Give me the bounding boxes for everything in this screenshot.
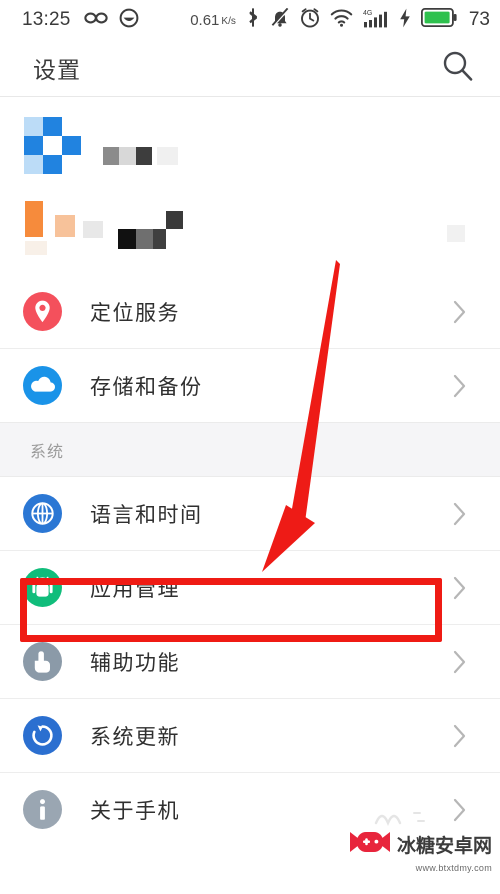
chevron-right-icon (450, 798, 470, 821)
wifi-icon (330, 9, 353, 32)
settings-row-system-update[interactable]: 系统更新 (0, 699, 500, 772)
watermark-url: www.btxtdmy.com (415, 863, 492, 873)
battery-percent: 73 (468, 9, 490, 30)
charging-bolt-icon (399, 8, 411, 33)
settings-row-label: 关于手机 (90, 799, 180, 823)
info-icon (22, 790, 62, 830)
cloud-icon (22, 366, 62, 406)
search-icon (442, 50, 473, 86)
infinity-icon (83, 10, 108, 31)
settings-row-label: 系统更新 (90, 725, 180, 749)
censored-icon-blocks (24, 117, 82, 180)
chevron-right-icon (450, 502, 470, 525)
network-speed-value: 0.61 (190, 11, 220, 29)
app-title-bar: 设置 (0, 40, 500, 96)
smiley-icon (119, 8, 139, 33)
watermark-main: 冰糖安卓网 (348, 827, 492, 862)
globe-icon (22, 494, 62, 534)
settings-row-label: 辅助功能 (90, 651, 180, 675)
hand-pointer-icon (22, 642, 62, 682)
svg-text:4G: 4G (363, 10, 372, 17)
settings-row-label: 存储和备份 (90, 375, 203, 399)
bluetooth-icon (246, 7, 260, 33)
censored-row[interactable] (0, 186, 500, 275)
chevron-right-icon (450, 650, 470, 673)
refresh-icon (22, 716, 62, 756)
settings-row-app-management[interactable]: 应用管理 (0, 551, 500, 624)
status-left-icons (83, 8, 139, 33)
alarm-icon (300, 7, 320, 33)
mute-icon (270, 7, 290, 33)
settings-row-storage[interactable]: 存储和备份 (0, 349, 500, 422)
search-button[interactable] (440, 51, 474, 85)
signal-4g-icon: 4G (363, 7, 389, 33)
watermark-candy-logo-icon (348, 827, 392, 862)
watermark-squiggle-icon (374, 812, 425, 827)
network-speed: 0.61 K/s (190, 12, 236, 29)
network-speed-unit: K/s (221, 15, 236, 27)
page-title: 设置 (33, 57, 81, 83)
settings-row-language[interactable]: 语言和时间 (0, 477, 500, 550)
settings-list[interactable]: 定位服务 存储和备份 系统 语言和时间 应用管理 辅助功能 系统更新 关于手机 (0, 97, 500, 846)
location-pin-icon (22, 292, 62, 332)
settings-row-location[interactable]: 定位服务 (0, 275, 500, 348)
censored-trailing-block (447, 225, 465, 247)
section-header-system: 系统 (0, 422, 500, 477)
watermark-site-name: 冰糖安卓网 (396, 836, 492, 857)
censored-label-blocks (118, 211, 193, 261)
censored-row[interactable] (0, 97, 500, 186)
settings-row-label: 定位服务 (90, 301, 180, 325)
censored-label-blocks (103, 147, 185, 170)
status-right-icons: 0.61 K/s 4G 73 (190, 7, 490, 33)
battery-icon (420, 7, 457, 32)
settings-row-label: 语言和时间 (90, 503, 203, 527)
chevron-right-icon (450, 724, 470, 747)
chevron-right-icon (450, 300, 470, 323)
status-bar: 13:25 0.61 K/s 4G 73 (0, 0, 500, 40)
android-robot-icon (22, 568, 62, 608)
settings-row-accessibility[interactable]: 辅助功能 (0, 625, 500, 698)
site-watermark: 冰糖安卓网 www.btxtdmy.com (348, 812, 492, 873)
settings-row-label: 应用管理 (90, 577, 180, 601)
status-time: 13:25 (22, 9, 71, 30)
chevron-right-icon (450, 576, 470, 599)
chevron-right-icon (450, 374, 470, 397)
section-header-label: 系统 (30, 443, 65, 461)
